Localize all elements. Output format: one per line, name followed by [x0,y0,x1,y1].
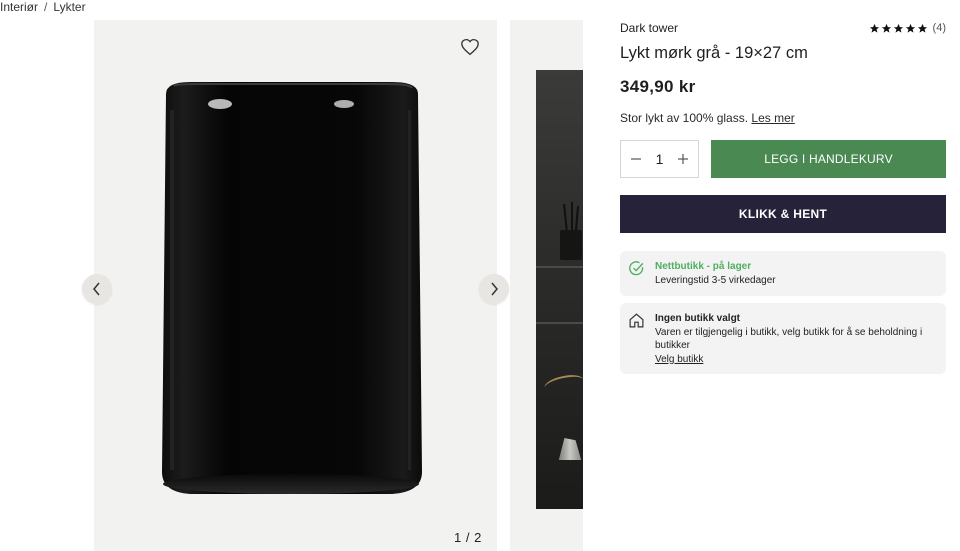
star-icon [881,23,891,33]
plus-icon[interactable] [676,152,690,166]
store-text: Ingen butikk valgt Varen er tilgjengelig… [655,312,938,365]
star-icon [869,23,879,33]
gallery-next-button[interactable] [479,274,509,304]
product-rating[interactable]: (4) [869,22,946,34]
rating-count: (4) [932,22,946,34]
choose-store-link[interactable]: Velg butikk [655,354,703,365]
gallery-slide-secondary[interactable] [510,20,583,551]
house-icon [629,313,644,328]
rating-stars [869,23,928,34]
gallery-prev-button[interactable] [82,274,112,304]
description-text: Stor lykt av 100% glass. [620,111,749,125]
minus-icon[interactable] [629,152,643,166]
breadcrumb-separator: / [44,0,48,14]
breadcrumb-item-lanterns[interactable]: Lykter [53,0,85,14]
star-icon [893,23,903,33]
stock-status-card: Nettbutikk - på lager Leveringstid 3-5 v… [620,251,946,296]
quantity-value[interactable]: 1 [656,151,664,167]
delivery-time: Leveringstid 3-5 virkedager [655,274,776,286]
product-description: Stor lykt av 100% glass. Les mer [620,111,946,125]
product-title: Lykt mørk grå - 19×27 cm [620,44,808,62]
product-brand[interactable]: Dark tower [620,21,678,35]
product-gallery: 1 / 2 [0,20,583,551]
click-collect-button[interactable]: KLIKK & HENT [620,195,946,233]
gallery-slide-main[interactable] [94,20,497,551]
brand-rating-row: Dark tower (4) [620,20,946,36]
stock-text: Nettbutikk - på lager Leveringstid 3-5 v… [655,260,776,287]
store-message: Varen er tilgjengelig i butikk, velg but… [655,326,923,352]
stock-status: Nettbutikk - på lager [655,261,752,272]
add-to-cart-button[interactable]: LEGG I HANDLEKURV [711,140,946,178]
chevron-right-icon [491,282,498,296]
breadcrumb-item-interior[interactable]: Interiør [0,0,38,14]
product-image-lantern [162,82,422,494]
product-info: Dark tower (4) Lykt mørk grå - 19×27 cm … [620,20,946,374]
read-more-link[interactable]: Les mer [751,111,794,125]
check-circle-icon [629,261,644,276]
heart-outline-icon[interactable] [460,38,480,56]
breadcrumb: Interiør / Lykter [0,0,86,14]
purchase-row: 1 LEGG I HANDLEKURV [620,140,946,178]
star-icon [917,23,927,33]
gallery-counter: 1 / 2 [454,530,482,545]
product-image-lifestyle [536,70,583,509]
product-price: 349,90 kr [620,77,696,96]
star-icon [905,23,915,33]
chevron-left-icon [93,282,100,296]
store-availability-card: Ingen butikk valgt Varen er tilgjengelig… [620,303,946,374]
store-title: Ingen butikk valgt [655,313,741,324]
quantity-stepper[interactable]: 1 [620,140,699,178]
